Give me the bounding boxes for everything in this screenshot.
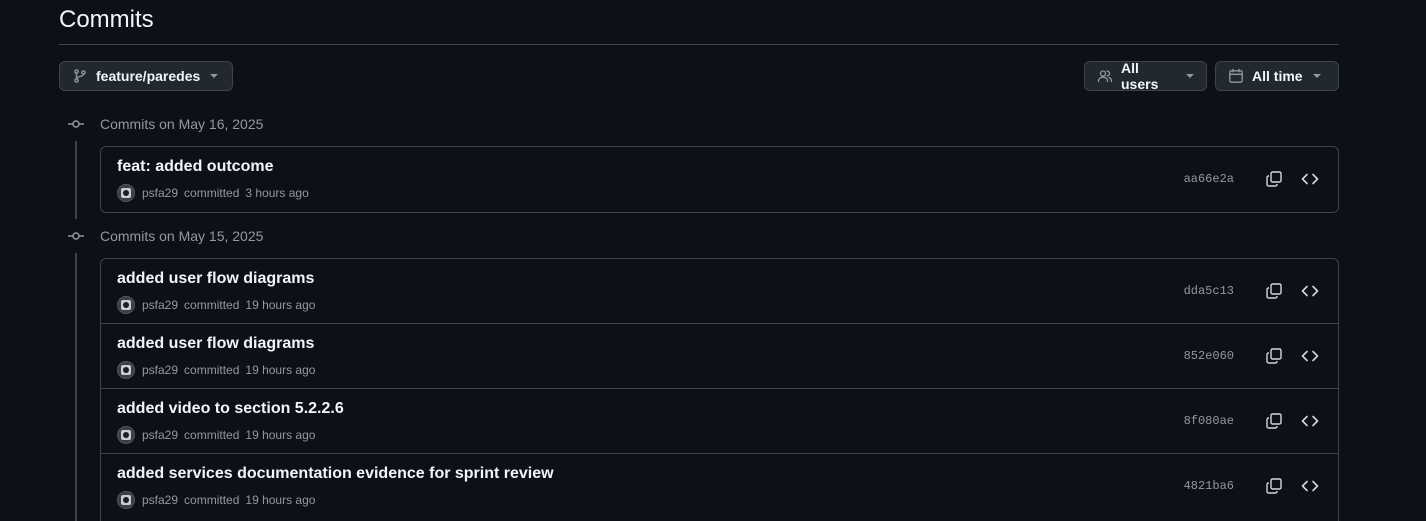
commit-row: added video to section 5.2.2.6 psfa29 co… bbox=[101, 389, 1338, 454]
copy-icon bbox=[1266, 348, 1282, 364]
commit-time: 19 hours ago bbox=[245, 428, 316, 442]
commit-sha-link[interactable]: dda5c13 bbox=[1184, 284, 1234, 298]
copy-icon bbox=[1266, 171, 1282, 187]
commit-author-link[interactable]: psfa29 bbox=[142, 186, 178, 200]
commit-list: feat: added outcome psfa29 committed 3 h… bbox=[100, 146, 1339, 213]
browse-repository-button[interactable] bbox=[1300, 281, 1320, 301]
branch-selector-label: feature/paredes bbox=[96, 68, 201, 84]
commit-title-link[interactable]: feat: added outcome bbox=[117, 158, 273, 176]
commit-author-link[interactable]: psfa29 bbox=[142, 493, 178, 507]
browse-repository-button[interactable] bbox=[1300, 476, 1320, 496]
chevron-down-icon bbox=[210, 74, 219, 78]
commit-time: 19 hours ago bbox=[245, 363, 316, 377]
commit-actions: 4821ba6 bbox=[1184, 476, 1320, 496]
copy-sha-button[interactable] bbox=[1264, 346, 1284, 366]
commit-row: added user flow diagrams psfa29 committe… bbox=[101, 324, 1338, 389]
commit-group-date: Commits on May 15, 2025 bbox=[100, 228, 264, 244]
commit-meta: psfa29 committed 19 hours ago bbox=[117, 426, 315, 444]
commit-sha-link[interactable]: aa66e2a bbox=[1184, 172, 1234, 186]
copy-sha-button[interactable] bbox=[1264, 476, 1284, 496]
commit-author-link[interactable]: psfa29 bbox=[142, 363, 178, 377]
commit-title-link[interactable]: added video to section 5.2.2.6 bbox=[117, 400, 344, 418]
commit-row: added user flow diagrams psfa29 committe… bbox=[101, 259, 1338, 324]
copy-sha-button[interactable] bbox=[1264, 169, 1284, 189]
time-filter-button[interactable]: All time bbox=[1215, 61, 1339, 91]
commit-group-header: Commits on May 15, 2025 bbox=[66, 226, 263, 246]
commit-time: 19 hours ago bbox=[245, 298, 316, 312]
commit-title-link[interactable]: added services documentation evidence fo… bbox=[117, 465, 554, 483]
commit-meta: psfa29 committed 19 hours ago bbox=[117, 491, 315, 509]
avatar[interactable] bbox=[117, 491, 135, 509]
git-commit-icon bbox=[66, 228, 86, 244]
page-title: Commits bbox=[59, 6, 154, 33]
avatar[interactable] bbox=[117, 184, 135, 202]
code-icon bbox=[1301, 285, 1319, 297]
copy-sha-button[interactable] bbox=[1264, 281, 1284, 301]
commit-author-link[interactable]: psfa29 bbox=[142, 298, 178, 312]
commit-list: added user flow diagrams psfa29 committe… bbox=[100, 258, 1339, 521]
commit-title-link[interactable]: added user flow diagrams bbox=[117, 335, 314, 353]
users-filter-label: All users bbox=[1121, 60, 1159, 92]
browse-repository-button[interactable] bbox=[1300, 169, 1320, 189]
commit-verb: committed bbox=[184, 428, 240, 442]
avatar[interactable] bbox=[117, 361, 135, 379]
commit-author-link[interactable]: psfa29 bbox=[142, 428, 178, 442]
users-filter-button[interactable]: All users bbox=[1084, 60, 1207, 92]
commit-time: 19 hours ago bbox=[245, 493, 316, 507]
timeline-line bbox=[75, 141, 77, 219]
commit-sha-link[interactable]: 852e060 bbox=[1184, 349, 1234, 363]
commits-page: Commits feature/paredes All users All ti… bbox=[0, 0, 1426, 521]
code-icon bbox=[1301, 415, 1319, 427]
commit-verb: committed bbox=[184, 493, 240, 507]
copy-icon bbox=[1266, 413, 1282, 429]
branch-selector-button[interactable]: feature/paredes bbox=[59, 61, 233, 91]
commit-row: added services documentation evidence fo… bbox=[101, 454, 1338, 519]
commit-actions: 852e060 bbox=[1184, 346, 1320, 366]
commit-actions: 8f080ae bbox=[1184, 411, 1320, 431]
commit-row: feat: added outcome psfa29 committed 3 h… bbox=[101, 147, 1338, 212]
commit-verb: committed bbox=[184, 298, 240, 312]
git-branch-icon bbox=[72, 68, 88, 84]
chevron-down-icon bbox=[1312, 74, 1321, 78]
commit-title-link[interactable]: added user flow diagrams bbox=[117, 270, 314, 288]
code-icon bbox=[1301, 480, 1319, 492]
browse-repository-button[interactable] bbox=[1300, 411, 1320, 431]
commit-sha-link[interactable]: 4821ba6 bbox=[1184, 479, 1234, 493]
commit-meta: psfa29 committed 19 hours ago bbox=[117, 296, 315, 314]
code-icon bbox=[1301, 350, 1319, 362]
commit-sha-link[interactable]: 8f080ae bbox=[1184, 414, 1234, 428]
title-divider bbox=[59, 44, 1339, 45]
chevron-down-icon bbox=[1186, 74, 1194, 78]
commit-group-header: Commits on May 16, 2025 bbox=[66, 114, 263, 134]
commit-meta: psfa29 committed 19 hours ago bbox=[117, 361, 315, 379]
commit-verb: committed bbox=[184, 186, 240, 200]
avatar[interactable] bbox=[117, 426, 135, 444]
time-filter-label: All time bbox=[1252, 68, 1303, 84]
commit-time: 3 hours ago bbox=[245, 186, 309, 200]
commit-actions: dda5c13 bbox=[1184, 281, 1320, 301]
browse-repository-button[interactable] bbox=[1300, 346, 1320, 366]
timeline-line bbox=[75, 253, 77, 521]
commit-group-date: Commits on May 16, 2025 bbox=[100, 116, 264, 132]
commit-meta: psfa29 committed 3 hours ago bbox=[117, 184, 309, 202]
commit-actions: aa66e2a bbox=[1184, 169, 1320, 189]
avatar[interactable] bbox=[117, 296, 135, 314]
calendar-icon bbox=[1228, 68, 1244, 84]
copy-sha-button[interactable] bbox=[1264, 411, 1284, 431]
git-commit-icon bbox=[66, 116, 86, 132]
people-icon bbox=[1097, 68, 1113, 84]
copy-icon bbox=[1266, 478, 1282, 494]
commit-verb: committed bbox=[184, 363, 240, 377]
copy-icon bbox=[1266, 283, 1282, 299]
code-icon bbox=[1301, 173, 1319, 185]
